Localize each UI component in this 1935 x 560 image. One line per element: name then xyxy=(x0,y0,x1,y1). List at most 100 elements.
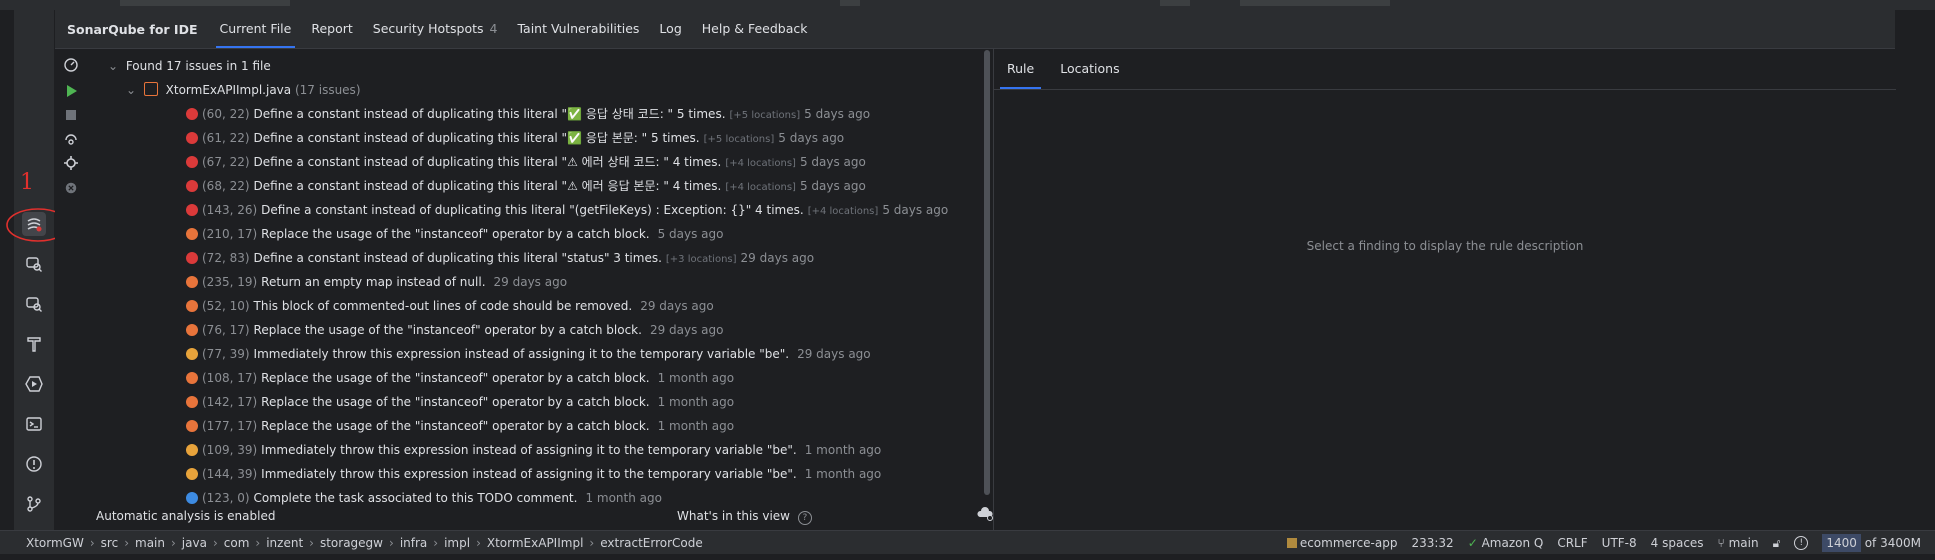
memory-indicator[interactable]: 1400 of 3400M xyxy=(1822,534,1921,552)
breadcrumb-item[interactable]: XtormExAPIImpl xyxy=(487,536,584,550)
issue-row[interactable]: (177, 17) Replace the usage of the "insta… xyxy=(186,416,738,436)
issue-age: 5 days ago xyxy=(799,179,866,193)
breadcrumb-item[interactable]: XtormGW xyxy=(26,536,84,550)
severity-blocker-icon xyxy=(186,180,198,192)
file-issue-count: (17 issues) xyxy=(294,83,361,97)
severity-critical-icon xyxy=(186,276,198,288)
breadcrumb-separator-icon: › xyxy=(476,536,481,550)
rule-empty-message: Select a finding to display the rule des… xyxy=(1306,239,1584,253)
tab-report[interactable]: Report xyxy=(301,10,362,48)
severity-critical-icon xyxy=(186,324,198,336)
settings-wrench-icon[interactable] xyxy=(62,154,80,172)
issue-row[interactable]: (52, 10) This block of commented-out line… xyxy=(186,296,718,316)
top-tab-fragment xyxy=(120,0,290,6)
tree-file-node[interactable]: ⌄ XtormExAPIImpl.java (17 issues) xyxy=(126,80,361,100)
issue-message: Replace the usage of the "instanceof" op… xyxy=(261,371,650,385)
issue-message: Immediately throw this expression instea… xyxy=(253,347,790,361)
issue-row[interactable]: (68, 22) Define a constant instead of dup… xyxy=(186,176,870,196)
cloud-settings-icon[interactable] xyxy=(976,506,994,525)
tab-help-feedback[interactable]: Help & Feedback xyxy=(692,10,818,48)
connection-icon[interactable] xyxy=(62,130,80,148)
problems-icon[interactable] xyxy=(22,452,46,476)
project-widget[interactable]: ecommerce-app xyxy=(1286,536,1397,550)
severity-critical-icon xyxy=(186,300,198,312)
tab-current-file[interactable]: Current File xyxy=(210,10,302,48)
issue-row[interactable]: (235, 19) Return an empty map instead of … xyxy=(186,272,571,292)
issue-row[interactable]: (67, 22) Define a constant instead of dup… xyxy=(186,152,870,172)
breadcrumb-item[interactable]: storagegw xyxy=(320,536,383,550)
severity-blocker-icon xyxy=(186,252,198,264)
refresh-icon[interactable] xyxy=(62,56,80,74)
lock-icon[interactable]: 🔓︎ xyxy=(1773,536,1781,551)
file-encoding[interactable]: UTF-8 xyxy=(1602,536,1637,550)
issue-row[interactable]: (108, 17) Replace the usage of the "insta… xyxy=(186,368,738,388)
tab-taint-vulnerabilities[interactable]: Taint Vulnerabilities xyxy=(507,10,649,48)
tab-locations[interactable]: Locations xyxy=(1047,49,1132,89)
chevron-down-icon[interactable]: ⌄ xyxy=(126,80,140,100)
issue-position: (77, 39) xyxy=(202,347,250,361)
stop-icon[interactable] xyxy=(62,106,80,124)
issue-position: (61, 22) xyxy=(202,131,250,145)
issue-age: 1 month ago xyxy=(657,419,735,433)
issue-position: (210, 17) xyxy=(202,227,258,241)
issue-row[interactable]: (144, 39) Immediately throw this expressi… xyxy=(186,464,885,484)
breadcrumb-separator-icon: › xyxy=(589,536,595,550)
issue-row[interactable]: (76, 17) Replace the usage of the "instan… xyxy=(186,320,728,340)
issue-row[interactable]: (60, 22) Define a constant instead of dup… xyxy=(186,104,874,124)
tab-label: Help & Feedback xyxy=(701,21,808,36)
amazon-q-widget[interactable]: ✓ Amazon Q xyxy=(1468,536,1544,550)
issue-position: (142, 17) xyxy=(202,395,258,409)
whats-in-view-label: What's in this view xyxy=(677,509,790,523)
git-branch-widget[interactable]: ⑂ main xyxy=(1718,536,1759,550)
breadcrumb-item[interactable]: src xyxy=(101,536,119,550)
terminal-icon[interactable] xyxy=(22,412,46,436)
issue-row[interactable]: (109, 39) Immediately throw this expressi… xyxy=(186,440,885,460)
breadcrumb-item[interactable]: infra xyxy=(400,536,427,550)
line-separator[interactable]: CRLF xyxy=(1557,536,1587,550)
issue-locations: [+3 locations] xyxy=(665,254,737,265)
severity-blocker-icon xyxy=(186,204,198,216)
caret-position[interactable]: 233:32 xyxy=(1411,536,1453,550)
severity-critical-icon xyxy=(186,372,198,384)
tab-log[interactable]: Log xyxy=(649,10,691,48)
issue-row[interactable]: (142, 17) Replace the usage of the "insta… xyxy=(186,392,738,412)
services-icon[interactable] xyxy=(22,372,46,396)
issue-age: 5 days ago xyxy=(799,155,866,169)
issue-row[interactable]: (61, 22) Define a constant instead of dup… xyxy=(186,128,848,148)
issue-age: 29 days ago xyxy=(797,347,871,361)
issue-row[interactable]: (72, 83) Define a constant instead of dup… xyxy=(186,248,818,268)
git-icon[interactable] xyxy=(22,492,46,516)
run-icon[interactable] xyxy=(62,82,80,100)
breadcrumb-item[interactable]: impl xyxy=(444,536,470,550)
tab-security-hotspots[interactable]: Security Hotspots 4 xyxy=(363,10,508,48)
tab-rule[interactable]: Rule xyxy=(994,49,1047,89)
breadcrumb-item[interactable]: java xyxy=(182,536,207,550)
issue-row[interactable]: (210, 17) Replace the usage of the "insta… xyxy=(186,224,728,244)
chevron-down-icon[interactable]: ⌄ xyxy=(108,56,122,76)
issue-position: (144, 39) xyxy=(202,467,258,481)
issue-message: Define a constant instead of duplicating… xyxy=(261,203,804,217)
breadcrumb-item[interactable]: inzent xyxy=(266,536,303,550)
hammer-icon[interactable] xyxy=(22,332,46,356)
issue-row[interactable]: (123, 0) Complete the task associated to … xyxy=(186,488,666,508)
search-review-icon[interactable] xyxy=(22,252,46,276)
vertical-scrollbar[interactable] xyxy=(984,50,990,495)
issue-position: (76, 17) xyxy=(202,323,250,337)
breadcrumb-item[interactable]: main xyxy=(135,536,165,550)
search-review-icon-2[interactable] xyxy=(22,292,46,316)
issue-message: Replace the usage of the "instanceof" op… xyxy=(261,227,650,241)
help-icon[interactable]: ? xyxy=(797,511,812,525)
breadcrumb-item[interactable]: com xyxy=(224,536,250,550)
breadcrumb-item[interactable]: extractErrorCode xyxy=(600,536,703,550)
notifications-icon[interactable]: ! xyxy=(1794,536,1809,550)
issue-locations: [+4 locations] xyxy=(725,182,796,193)
issue-locations: [+4 locations] xyxy=(725,158,796,169)
issue-row[interactable]: (143, 26) Define a constant instead of du… xyxy=(186,200,952,220)
whats-in-this-view-link[interactable]: What's in this view ? xyxy=(677,509,812,525)
clear-icon[interactable] xyxy=(62,179,80,197)
issue-row[interactable]: (77, 39) Immediately throw this expressio… xyxy=(186,344,875,364)
indent-setting[interactable]: 4 spaces xyxy=(1651,536,1704,550)
tree-root[interactable]: ⌄ Found 17 issues in 1 file xyxy=(108,56,271,76)
issue-locations: [+5 locations] xyxy=(703,134,775,145)
severity-blocker-icon xyxy=(186,132,198,144)
